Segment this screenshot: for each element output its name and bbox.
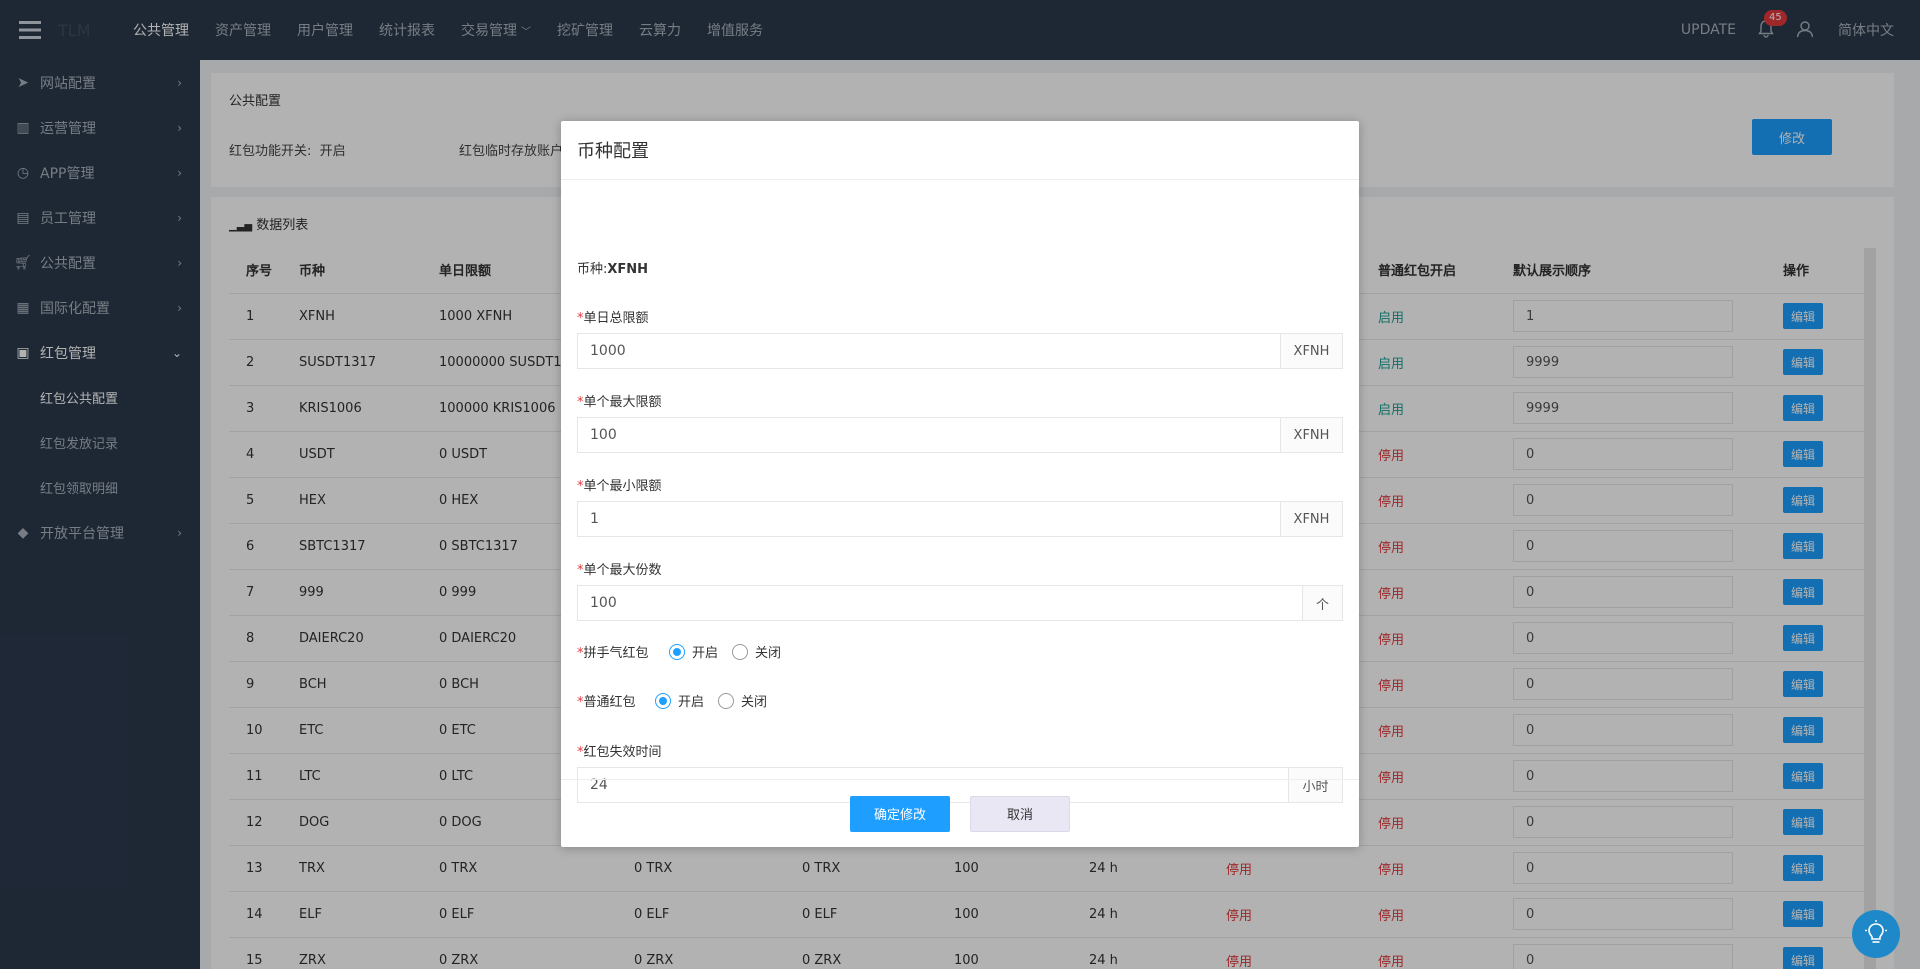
- modal-footer: 确定修改 取消: [561, 779, 1359, 847]
- max-count-input[interactable]: 100 个: [577, 585, 1343, 621]
- expire-time-label: *红包失效时间: [577, 745, 662, 760]
- max-count-label: *单个最大份数: [577, 563, 662, 578]
- radio-unchecked-icon: [718, 692, 735, 709]
- lightbulb-icon[interactable]: [1852, 910, 1900, 958]
- cancel-button[interactable]: 取消: [970, 795, 1070, 832]
- single-min-input[interactable]: 1 XFNH: [577, 501, 1343, 537]
- radio-unchecked-icon: [732, 643, 749, 660]
- normal-radio-on[interactable]: 开启: [655, 691, 704, 710]
- daily-total-label: *单日总限额: [577, 311, 649, 326]
- single-max-label: *单个最大限额: [577, 395, 662, 410]
- modal-title: 币种配置: [561, 121, 1359, 180]
- lucky-redpacket-label: 拼手气红包: [583, 646, 649, 661]
- lucky-radio-on[interactable]: 开启: [669, 642, 718, 661]
- max-count-unit: 个: [1302, 586, 1342, 620]
- confirm-button[interactable]: 确定修改: [850, 795, 950, 832]
- single-max-input[interactable]: 100 XFNH: [577, 417, 1343, 453]
- radio-checked-icon: [655, 692, 671, 709]
- single-max-unit: XFNH: [1280, 418, 1342, 452]
- normal-redpacket-row: *普通红包 开启 关闭: [577, 691, 781, 710]
- single-min-unit: XFNH: [1280, 502, 1342, 536]
- normal-radio-off[interactable]: 关闭: [718, 691, 767, 710]
- daily-total-unit: XFNH: [1280, 334, 1342, 368]
- normal-redpacket-label: 普通红包: [583, 695, 636, 710]
- radio-checked-icon: [669, 643, 685, 660]
- lucky-radio-off[interactable]: 关闭: [732, 642, 781, 661]
- single-min-label: *单个最小限额: [577, 479, 662, 494]
- coin-display: 币种:XFNH: [577, 262, 649, 277]
- lucky-redpacket-row: *拼手气红包 开启 关闭: [577, 642, 795, 661]
- daily-total-input[interactable]: 1000 XFNH: [577, 333, 1343, 369]
- coin-config-modal: 币种配置 币种:XFNH *单日总限额 1000 XFNH *单个最大限额 10…: [561, 121, 1359, 847]
